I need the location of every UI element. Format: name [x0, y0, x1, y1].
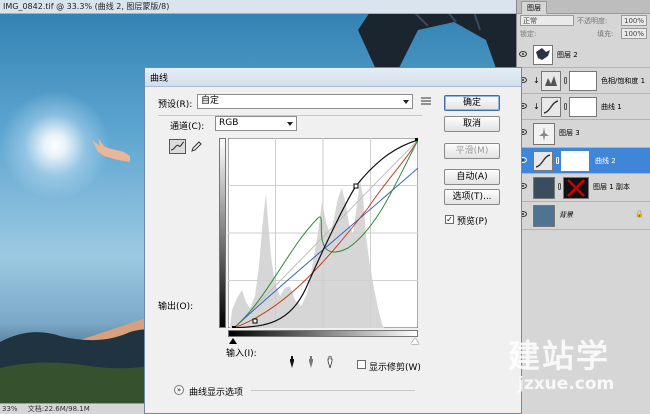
layer-name: 图层 3	[559, 129, 580, 137]
curve-control-point[interactable]	[353, 183, 359, 189]
preset-select[interactable]: 自定	[197, 94, 413, 109]
clip-arrow-icon: ↓	[533, 76, 540, 85]
output-gradient-bar	[219, 138, 226, 328]
preview-checkbox[interactable]: ✓	[445, 215, 454, 224]
watermark: 建站学 jzxue.com	[508, 338, 648, 394]
output-label: 输出(O):	[158, 302, 194, 312]
input-gradient-bar	[228, 330, 418, 337]
layer-row-hue-saturation-1[interactable]: ↓ 色相/饱和度 1	[517, 68, 650, 94]
layer-row-background[interactable]: 背景 🔒	[517, 202, 650, 230]
channel-select[interactable]: RGB	[215, 116, 297, 131]
display-options-label[interactable]: 曲线显示选项	[189, 385, 243, 398]
watermark-text: 建站学	[508, 337, 611, 375]
clip-arrow-icon: ↓	[533, 102, 540, 111]
white-point-slider[interactable]	[411, 338, 419, 344]
mask-link-icon[interactable]	[558, 183, 561, 190]
preset-options-icon[interactable]	[421, 97, 431, 105]
layer-thumbnail	[533, 123, 555, 145]
preset-value: 自定	[201, 96, 220, 106]
layer-row-layer2[interactable]: 图层 2	[517, 42, 650, 68]
layer-row-curves-2[interactable]: 曲线 2	[517, 148, 650, 174]
divider	[251, 390, 415, 391]
fill-field[interactable]: 100%	[621, 28, 647, 39]
preset-label: 预设(R):	[158, 100, 193, 110]
dialog-title-bar[interactable]: 曲线	[145, 68, 521, 87]
document-title-bar: IMG_0842.tif @ 33.3% (曲线 2, 图层蒙版/8)	[0, 0, 516, 14]
visibility-eye-icon[interactable]	[519, 51, 527, 57]
curve-endpoint[interactable]	[415, 138, 418, 141]
adjustment-hue-icon	[541, 71, 561, 91]
input-label: 输入(I):	[226, 349, 257, 359]
mask-link-icon[interactable]	[564, 103, 567, 110]
blend-mode-value: 正常	[523, 17, 537, 25]
layer-name: 图层 2	[557, 51, 578, 59]
zoom-level[interactable]: 33%	[2, 405, 18, 413]
show-clipping-checkbox[interactable]	[357, 360, 366, 369]
mask-link-icon[interactable]	[564, 77, 567, 84]
black-eyedropper-icon[interactable]	[288, 356, 296, 368]
smooth-button[interactable]: 平滑(M)	[444, 143, 500, 159]
chevron-down-icon	[403, 100, 409, 104]
layer-name: 色相/饱和度 1	[601, 77, 646, 85]
layer-name: 背景	[559, 211, 573, 219]
layer-name: 曲线 1	[601, 103, 622, 111]
layer-mask-thumbnail	[563, 177, 589, 199]
layer-mask-thumbnail	[569, 71, 597, 91]
layer-row-layer3[interactable]: 图层 3	[517, 120, 650, 148]
expand-chevron-icon[interactable]: »	[174, 385, 184, 395]
watermark-url: jzxue.com	[518, 374, 615, 394]
layer-name: 图层 1 副本	[593, 183, 630, 191]
preview-label: 预览(P)	[457, 217, 488, 227]
opacity-label: 不透明度:	[577, 17, 608, 25]
black-point-slider[interactable]	[229, 338, 237, 344]
curve-point-tool-icon[interactable]	[169, 139, 186, 154]
chevron-down-icon	[287, 122, 293, 126]
curves-dialog: 曲线 预设(R): 自定 通道(C): RGB 输出(O): 输入(I): 显示…	[144, 67, 522, 414]
curve-endpoint[interactable]	[232, 326, 236, 328]
layer-thumbnail	[533, 205, 555, 227]
adjustment-curves-icon	[533, 151, 553, 171]
layers-panel-tabbar: 图层	[517, 0, 650, 14]
ok-button[interactable]: 确定	[444, 95, 500, 111]
cancel-button[interactable]: 取消	[444, 116, 500, 132]
auto-button[interactable]: 自动(A)	[444, 169, 500, 185]
mask-link-icon[interactable]	[556, 157, 559, 164]
white-eyedropper-icon[interactable]	[326, 356, 334, 368]
document-size: 文档:22.6M/98.1M	[27, 405, 90, 413]
lock-icon: 🔒	[635, 210, 644, 218]
layer-mask-thumbnail	[569, 97, 597, 117]
pencil-tool-icon[interactable]	[190, 140, 202, 153]
opacity-field[interactable]: 100%	[621, 15, 647, 26]
channel-label: 通道(C):	[170, 122, 205, 132]
layer-row-curves-1[interactable]: ↓ 曲线 1	[517, 94, 650, 120]
options-button[interactable]: 选项(T)...	[444, 189, 500, 205]
lock-label: 锁定:	[520, 30, 537, 38]
adjustment-curves-icon	[541, 97, 561, 117]
layer-thumbnail	[533, 45, 553, 65]
layer-mask-thumbnail	[561, 151, 589, 171]
raised-hand-image	[92, 138, 130, 162]
gray-eyedropper-icon[interactable]	[307, 356, 315, 368]
layer-row-layer1-copy[interactable]: 图层 1 副本	[517, 174, 650, 202]
fill-label: 填充:	[597, 30, 614, 38]
show-clipping-label: 显示修剪(W)	[369, 363, 421, 373]
curves-graph[interactable]	[228, 138, 418, 328]
layer-name: 曲线 2	[595, 157, 616, 165]
layer-thumbnail	[533, 177, 555, 199]
status-bar: 33% 文档:22.6M/98.1M	[0, 403, 150, 414]
blend-mode-select[interactable]: 正常	[520, 15, 574, 26]
tab-layers[interactable]: 图层	[521, 1, 547, 14]
curve-control-point[interactable]	[252, 318, 258, 324]
dialog-title: 曲线	[150, 74, 169, 84]
channel-value: RGB	[219, 118, 239, 128]
